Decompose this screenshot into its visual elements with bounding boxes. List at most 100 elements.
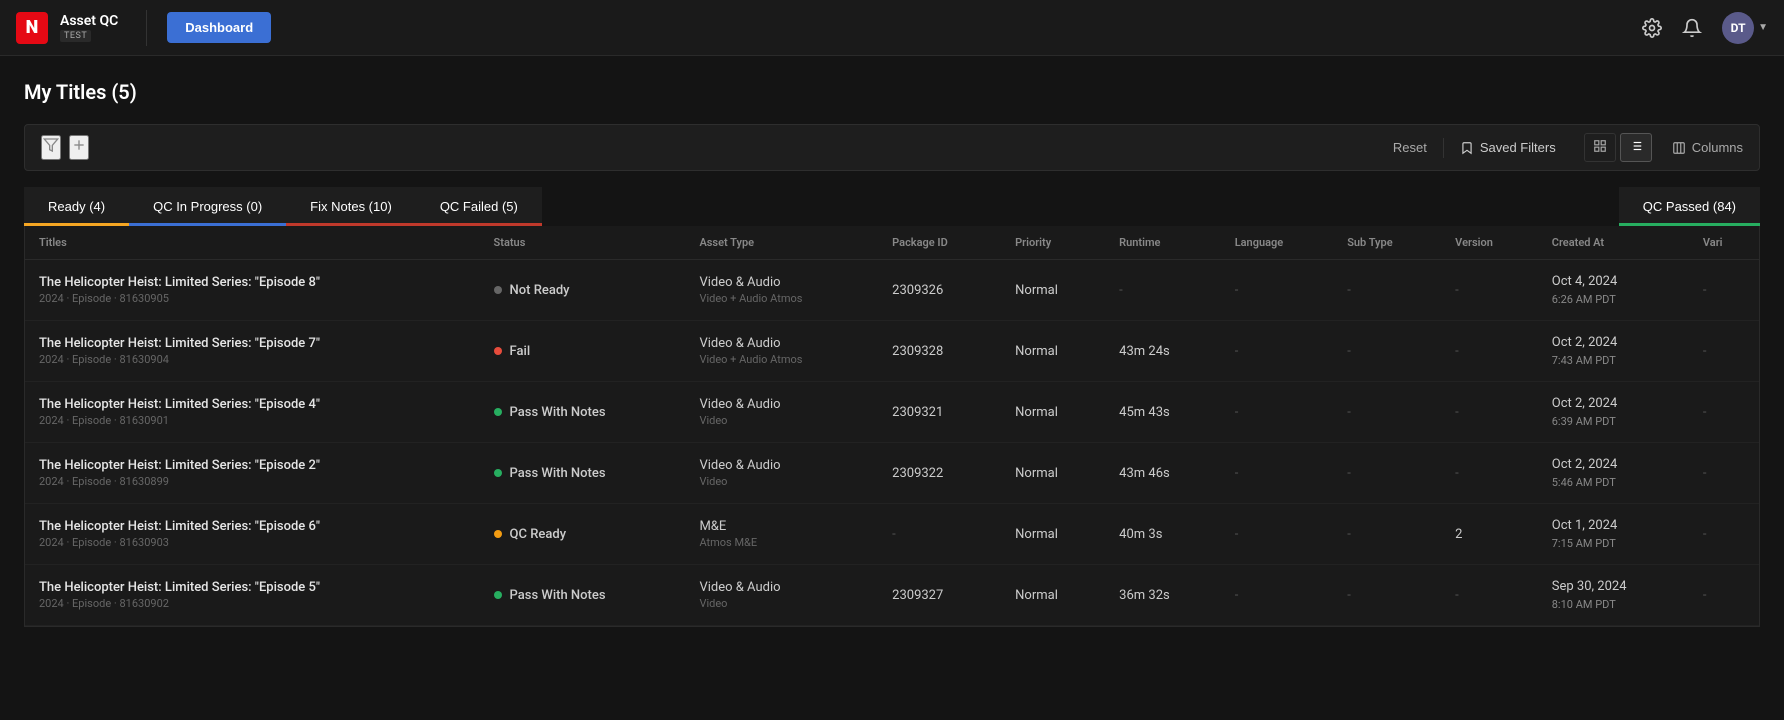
cell-asset-type: Video & Audio Video — [685, 565, 878, 626]
tab-ready[interactable]: Ready (4) — [24, 187, 129, 226]
tab-fix-notes[interactable]: Fix Notes (10) — [286, 187, 416, 226]
cell-asset-type: Video & Audio Video + Audio Atmos — [685, 260, 878, 321]
cell-variant: - — [1689, 321, 1759, 382]
cell-sub-type: - — [1333, 260, 1441, 321]
col-titles: Titles — [25, 226, 480, 260]
filter-icon-button[interactable] — [41, 135, 61, 160]
table-row[interactable]: The Helicopter Heist: Limited Series: "E… — [25, 321, 1759, 382]
notifications-button[interactable] — [1682, 18, 1702, 38]
cell-sub-type: - — [1333, 443, 1441, 504]
cell-variant: - — [1689, 260, 1759, 321]
table-wrapper: Titles Status Asset Type Package ID Prio… — [24, 226, 1760, 627]
col-created-at: Created At — [1538, 226, 1689, 260]
status-dot — [494, 530, 502, 538]
cell-asset-type: Video & Audio Video — [685, 443, 878, 504]
avatar: DT — [1722, 12, 1754, 44]
user-avatar-wrapper[interactable]: DT ▼ — [1722, 12, 1768, 44]
dashboard-button[interactable]: Dashboard — [167, 12, 271, 43]
cell-priority: Normal — [1001, 504, 1105, 565]
cell-title: The Helicopter Heist: Limited Series: "E… — [25, 504, 480, 565]
cell-created-at: Oct 2, 2024 6:39 AM PDT — [1538, 382, 1689, 443]
cell-version: - — [1441, 565, 1538, 626]
view-toggle — [1584, 133, 1652, 162]
nav-icons: DT ▼ — [1642, 12, 1768, 44]
filter-divider — [1443, 138, 1444, 158]
titles-table: Titles Status Asset Type Package ID Prio… — [25, 226, 1759, 626]
cell-version: - — [1441, 382, 1538, 443]
status-label: Fail — [510, 344, 531, 359]
gear-icon — [1642, 18, 1662, 38]
tab-qc-failed[interactable]: QC Failed (5) — [416, 187, 542, 226]
col-status: Status — [480, 226, 686, 260]
cell-asset-type: Video & Audio Video — [685, 382, 878, 443]
cell-priority: Normal — [1001, 443, 1105, 504]
status-label: Pass With Notes — [510, 405, 606, 420]
cell-priority: Normal — [1001, 565, 1105, 626]
col-variant: Vari — [1689, 226, 1759, 260]
filter-icon — [43, 137, 59, 153]
columns-label: Columns — [1692, 140, 1743, 155]
col-runtime: Runtime — [1105, 226, 1221, 260]
table-row[interactable]: The Helicopter Heist: Limited Series: "E… — [25, 504, 1759, 565]
cell-package-id: 2309328 — [878, 321, 1001, 382]
col-sub-type: Sub Type — [1333, 226, 1441, 260]
status-dot — [494, 469, 502, 477]
app-title-block: Asset QC TEST — [60, 13, 118, 42]
app-badge: TEST — [60, 30, 91, 42]
table-body: The Helicopter Heist: Limited Series: "E… — [25, 260, 1759, 626]
cell-language: - — [1221, 260, 1333, 321]
tab-qc-in-progress[interactable]: QC In Progress (0) — [129, 187, 286, 226]
cell-language: - — [1221, 565, 1333, 626]
cell-created-at: Sep 30, 2024 8:10 AM PDT — [1538, 565, 1689, 626]
cell-sub-type: - — [1333, 321, 1441, 382]
status-dot — [494, 347, 502, 355]
cell-title: The Helicopter Heist: Limited Series: "E… — [25, 321, 480, 382]
cell-status: Pass With Notes — [480, 565, 686, 626]
cell-language: - — [1221, 382, 1333, 443]
bell-icon — [1682, 18, 1702, 38]
col-priority: Priority — [1001, 226, 1105, 260]
cell-runtime: 45m 43s — [1105, 382, 1221, 443]
status-dot — [494, 286, 502, 294]
cell-package-id: - — [878, 504, 1001, 565]
filter-bar: Reset Saved Filters — [24, 124, 1760, 171]
main-content: My Titles (5) Reset Saved Filters — [0, 56, 1784, 627]
plus-icon — [71, 137, 87, 153]
cell-sub-type: - — [1333, 382, 1441, 443]
grid-icon — [1593, 139, 1607, 153]
cell-runtime: 43m 24s — [1105, 321, 1221, 382]
grid-view-button[interactable] — [1584, 133, 1616, 162]
nav-divider — [146, 10, 147, 46]
cell-package-id: 2309322 — [878, 443, 1001, 504]
add-filter-button[interactable] — [69, 135, 89, 160]
table-row[interactable]: The Helicopter Heist: Limited Series: "E… — [25, 443, 1759, 504]
status-label: Pass With Notes — [510, 466, 606, 481]
app-title: Asset QC — [60, 13, 118, 30]
cell-version: - — [1441, 321, 1538, 382]
saved-filters-button[interactable]: Saved Filters — [1452, 136, 1564, 159]
cell-package-id: 2309321 — [878, 382, 1001, 443]
cell-runtime: 43m 46s — [1105, 443, 1221, 504]
cell-asset-type: M&E Atmos M&E — [685, 504, 878, 565]
settings-button[interactable] — [1642, 18, 1662, 38]
cell-created-at: Oct 1, 2024 7:15 AM PDT — [1538, 504, 1689, 565]
cell-variant: - — [1689, 504, 1759, 565]
reset-button[interactable]: Reset — [1385, 136, 1435, 159]
top-navigation: N Asset QC TEST Dashboard DT ▼ — [0, 0, 1784, 56]
col-package-id: Package ID — [878, 226, 1001, 260]
cell-title: The Helicopter Heist: Limited Series: "E… — [25, 443, 480, 504]
tab-qc-passed[interactable]: QC Passed (84) — [1619, 187, 1760, 226]
table-row[interactable]: The Helicopter Heist: Limited Series: "E… — [25, 260, 1759, 321]
table-row[interactable]: The Helicopter Heist: Limited Series: "E… — [25, 382, 1759, 443]
col-version: Version — [1441, 226, 1538, 260]
columns-button[interactable]: Columns — [1672, 140, 1743, 155]
avatar-dropdown-arrow: ▼ — [1758, 22, 1768, 33]
col-asset-type: Asset Type — [685, 226, 878, 260]
table-row[interactable]: The Helicopter Heist: Limited Series: "E… — [25, 565, 1759, 626]
status-label: QC Ready — [510, 527, 567, 542]
cell-language: - — [1221, 443, 1333, 504]
cell-status: Not Ready — [480, 260, 686, 321]
table-header-row: Titles Status Asset Type Package ID Prio… — [25, 226, 1759, 260]
list-view-button[interactable] — [1620, 133, 1652, 162]
cell-variant: - — [1689, 382, 1759, 443]
